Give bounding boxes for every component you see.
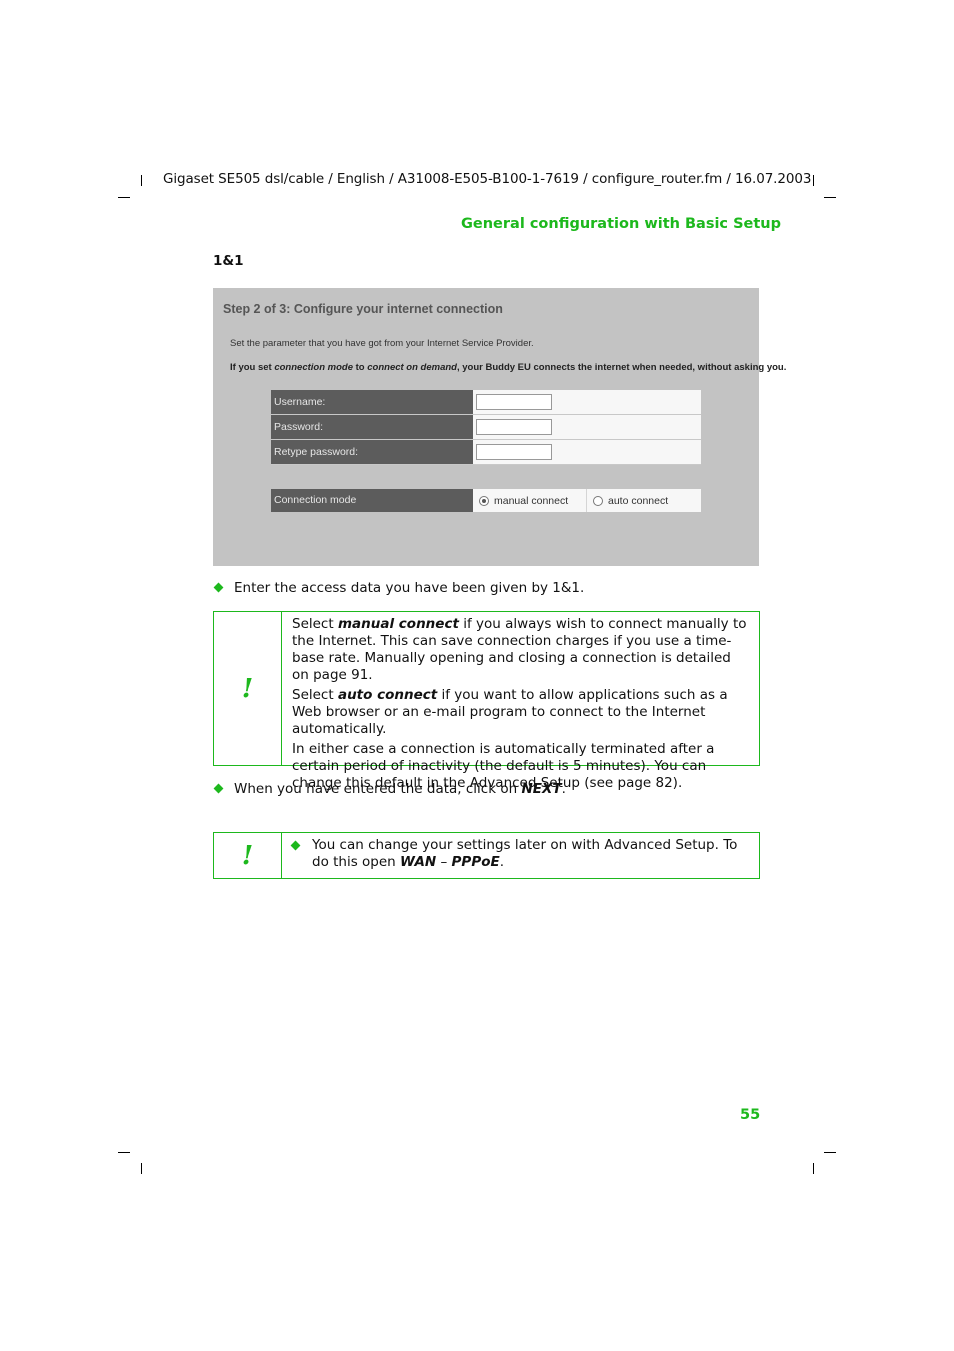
radio-checked-icon[interactable] — [479, 495, 489, 506]
sub-heading: 1&1 — [213, 253, 244, 269]
username-label: Username: — [271, 390, 473, 414]
exclamation-icon: ! — [214, 833, 282, 878]
note-paragraph: Select manual connect if you always wish… — [292, 616, 749, 684]
radio-unchecked-icon[interactable] — [593, 495, 603, 506]
crop-mark — [118, 197, 130, 198]
retype-password-input[interactable] — [476, 444, 552, 460]
step-bullet: Enter the access data you have been give… — [213, 580, 585, 596]
note-emphasis: auto connect — [337, 687, 438, 703]
connection-mode-label: Connection mode — [271, 489, 473, 512]
note-body: Select manual connect if you always wish… — [282, 612, 759, 791]
connection-mode-row: Connection mode manual connect auto conn… — [271, 489, 701, 512]
running-header: Gigaset SE505 dsl/cable / English / A310… — [163, 171, 812, 187]
step-title: Step 2 of 3: Configure your internet con… — [223, 302, 503, 316]
crop-mark — [824, 1152, 836, 1153]
step-emphasis: NEXT — [521, 781, 562, 797]
crop-mark — [141, 1163, 142, 1174]
note-emphasis: PPPoE — [451, 854, 500, 870]
manual-connect-option[interactable]: manual connect — [473, 489, 587, 512]
manual-connect-label: manual connect — [494, 494, 569, 507]
step-text: . — [561, 781, 566, 797]
crop-mark — [118, 1152, 130, 1153]
crop-mark — [141, 175, 142, 186]
section-title: General configuration with Basic Setup — [460, 216, 781, 232]
note-emphasis: connect on demand — [367, 362, 457, 373]
note-text: Select — [292, 687, 338, 703]
crop-mark — [813, 175, 814, 186]
username-cell — [473, 390, 701, 414]
note-text: Select — [292, 616, 338, 632]
credentials-form: Username: Password: Retype password: — [271, 390, 701, 465]
note-text: You can change your settings later on wi… — [312, 837, 738, 870]
password-label: Password: — [271, 415, 473, 439]
username-row: Username: — [271, 390, 701, 415]
note-text: – — [436, 854, 452, 870]
diamond-bullet-icon — [213, 783, 224, 794]
diamond-bullet-icon — [213, 582, 224, 593]
router-screenshot: Step 2 of 3: Configure your internet con… — [213, 288, 786, 566]
note-paragraph: You can change your settings later on wi… — [312, 837, 749, 871]
note-box: ! Select manual connect if you always wi… — [213, 611, 760, 791]
note-box: ! You can change your settings later on … — [213, 832, 760, 879]
retype-password-label: Retype password: — [271, 440, 473, 464]
retype-password-row: Retype password: — [271, 440, 701, 465]
username-input[interactable] — [476, 394, 552, 410]
password-row: Password: — [271, 415, 701, 440]
password-input[interactable] — [476, 419, 552, 435]
note-emphasis: manual connect — [337, 616, 459, 632]
note-emphasis: WAN — [400, 854, 437, 870]
step-text: Enter the access data you have been give… — [234, 580, 585, 596]
note-text: , your Buddy EU connects the internet wh… — [456, 362, 787, 373]
diamond-bullet-icon — [290, 840, 301, 851]
note-text: to — [353, 362, 368, 373]
crop-mark — [813, 1163, 814, 1174]
page-number: 55 — [740, 1107, 761, 1123]
connection-note: If you set connection mode to connect on… — [230, 362, 786, 373]
note-paragraph: Select auto connect if you want to allow… — [292, 687, 749, 738]
note-emphasis: connection mode — [274, 362, 353, 373]
note-body: You can change your settings later on wi… — [282, 833, 759, 878]
crop-mark — [824, 197, 836, 198]
note-text: . — [499, 854, 505, 870]
exclamation-icon: ! — [214, 612, 282, 765]
password-cell — [473, 415, 701, 439]
step-bullet: When you have entered the data, click on… — [213, 781, 566, 797]
note-text: If you set — [230, 362, 275, 373]
instruction-text: Set the parameter that you have got from… — [230, 338, 534, 349]
auto-connect-option[interactable]: auto connect — [587, 489, 701, 512]
auto-connect-label: auto connect — [608, 494, 669, 507]
retype-password-cell — [473, 440, 701, 464]
step-text: When you have entered the data, click on — [234, 781, 522, 797]
